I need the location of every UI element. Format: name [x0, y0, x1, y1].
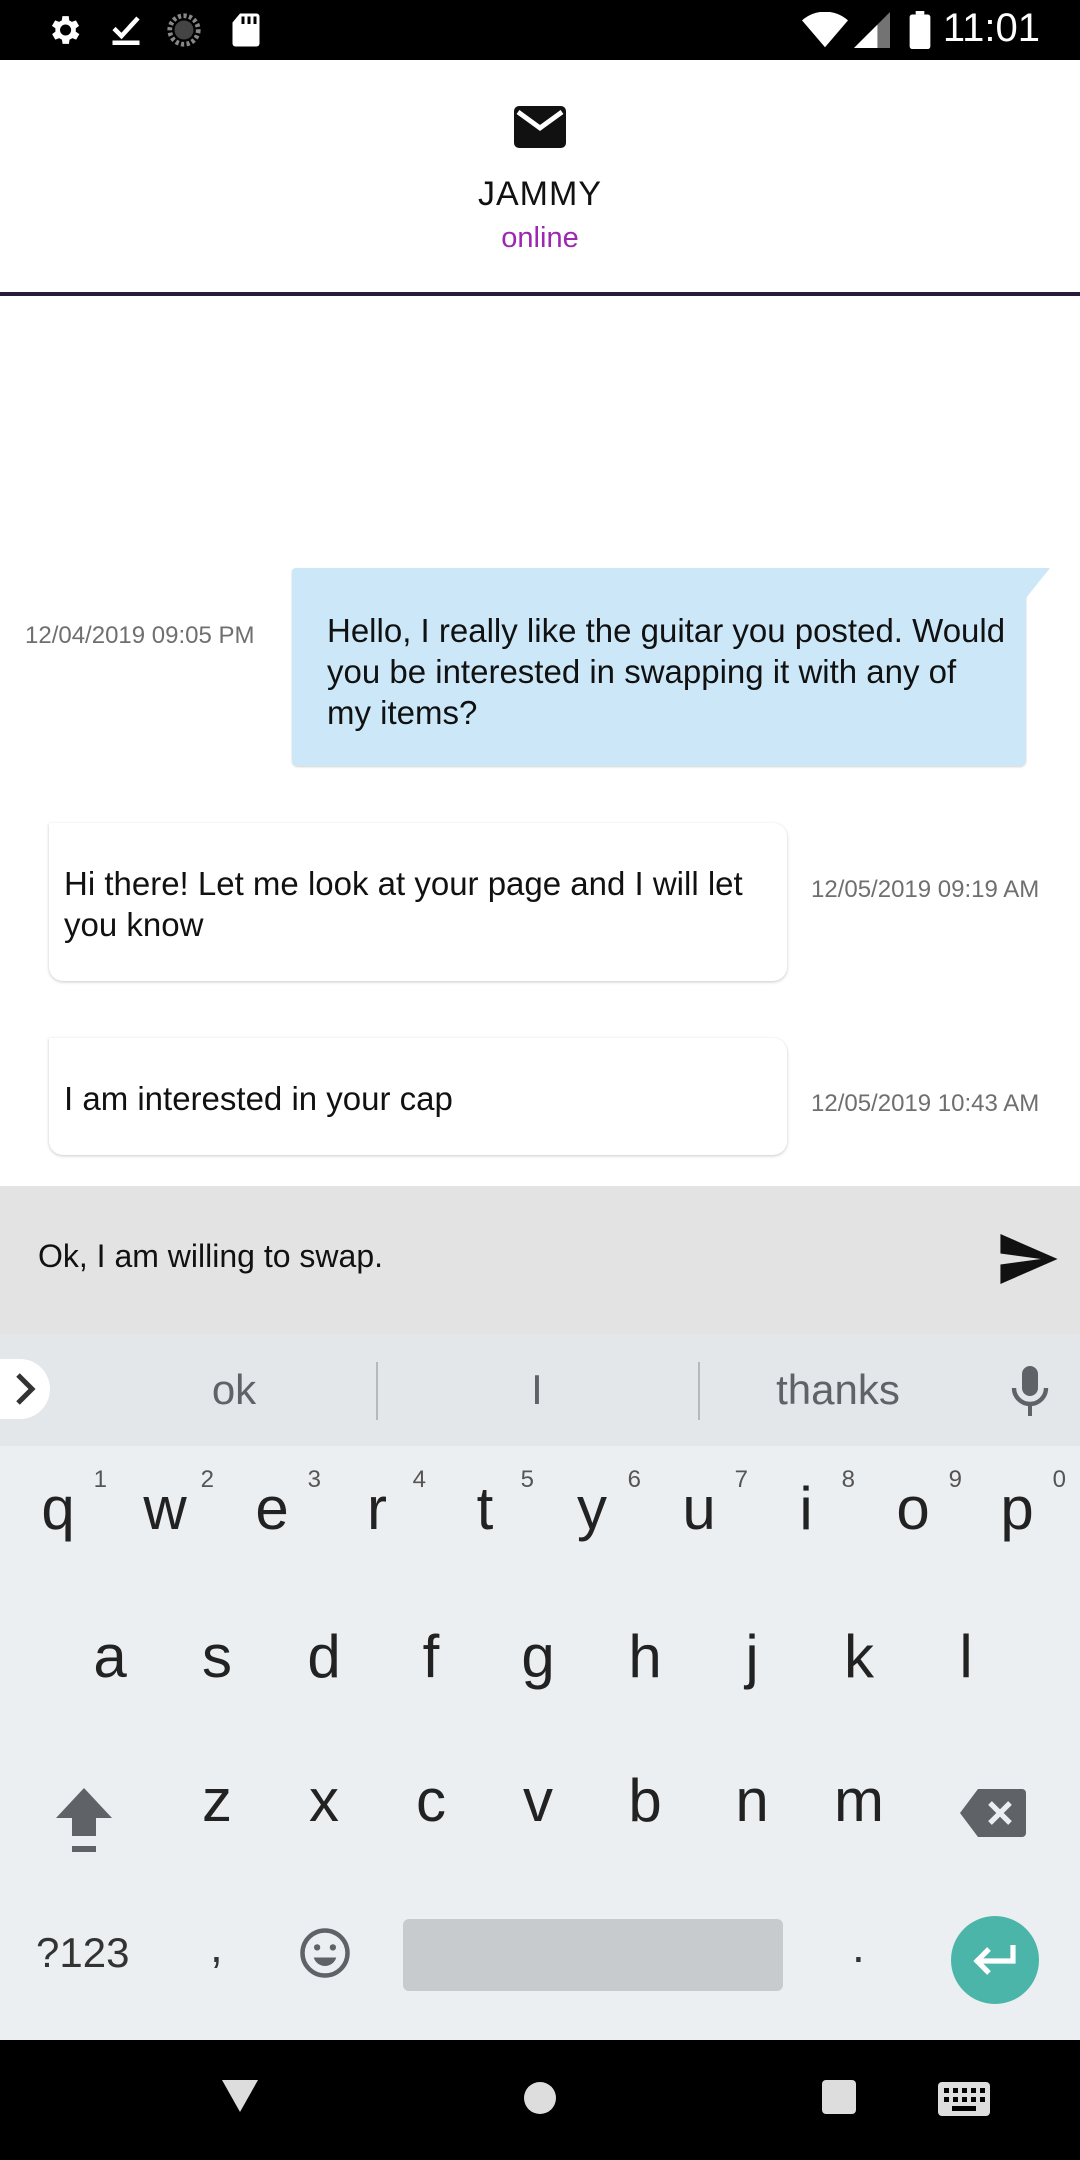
message-composer: Ok, I am willing to swap.	[0, 1186, 1080, 1334]
key-t[interactable]: t5	[440, 1466, 534, 1543]
key-f[interactable]: f	[386, 1622, 476, 1691]
key-p[interactable]: p0	[972, 1466, 1066, 1543]
suggestion-item[interactable]: I	[437, 1366, 637, 1414]
key-a[interactable]: a	[65, 1622, 155, 1691]
outgoing-message-bubble[interactable]: Hello, I really like the guitar you post…	[292, 568, 1026, 766]
sync-circle-icon	[164, 10, 204, 50]
message-list[interactable]: 12/04/2019 09:05 PM Hello, I really like…	[0, 300, 1080, 1185]
enter-key[interactable]	[951, 1916, 1039, 2004]
symbols-key[interactable]: ?123	[36, 1929, 129, 1977]
message-timestamp: 12/05/2019 09:19 AM	[811, 876, 1040, 903]
message-input[interactable]: Ok, I am willing to swap.	[38, 1238, 383, 1275]
key-n[interactable]: n	[707, 1766, 797, 1835]
comma-key[interactable]: ,	[210, 1919, 223, 1973]
wifi-icon	[800, 10, 850, 50]
space-bar[interactable]	[403, 1919, 783, 1991]
chat-header: JAMMY online	[0, 60, 1080, 296]
emoji-icon[interactable]	[298, 1926, 352, 1985]
key-o[interactable]: o9	[868, 1466, 962, 1543]
suggestion-divider	[376, 1362, 378, 1420]
suggestion-divider	[698, 1362, 700, 1420]
key-w[interactable]: w2	[120, 1466, 214, 1543]
suggestion-strip: ok I thanks	[0, 1334, 1080, 1446]
message-text: Hi there! Let me look at your page and I…	[64, 865, 743, 943]
system-nav-bar	[0, 2040, 1080, 2160]
incoming-message-bubble[interactable]: Hi there! Let me look at your page and I…	[49, 823, 787, 981]
key-v[interactable]: v	[493, 1766, 583, 1835]
home-circle-icon[interactable]	[522, 2080, 558, 2121]
period-key[interactable]: .	[852, 1919, 865, 1973]
contact-name: JAMMY	[478, 175, 602, 213]
key-m[interactable]: m	[814, 1766, 904, 1835]
message-timestamp: 12/05/2019 10:43 AM	[811, 1090, 1040, 1117]
battery-icon	[902, 10, 938, 50]
key-u[interactable]: u7	[654, 1466, 748, 1543]
message-text: I am interested in your cap	[64, 1080, 453, 1117]
key-r[interactable]: r4	[332, 1466, 426, 1543]
key-h[interactable]: h	[600, 1622, 690, 1691]
gear-icon	[44, 10, 84, 50]
suggestion-item[interactable]: thanks	[738, 1366, 938, 1414]
presence-status: online	[501, 222, 579, 254]
shift-icon[interactable]	[52, 1784, 116, 1859]
key-s[interactable]: s	[172, 1622, 262, 1691]
recents-square-icon[interactable]	[822, 2080, 856, 2119]
key-y[interactable]: y6	[547, 1466, 641, 1543]
enter-arrow-icon	[973, 1945, 1016, 1975]
checkmark-download-icon	[106, 10, 146, 50]
key-e[interactable]: e3	[227, 1466, 321, 1543]
key-z[interactable]: z	[172, 1766, 262, 1835]
message-text: Hello, I really like the guitar you post…	[327, 612, 1006, 731]
bubble-tail	[31, 823, 49, 845]
bubble-tail	[31, 1038, 49, 1060]
key-l[interactable]: l	[921, 1622, 1011, 1691]
send-icon[interactable]	[1000, 1234, 1058, 1284]
key-d[interactable]: d	[279, 1622, 369, 1691]
chevron-right-icon[interactable]	[0, 1359, 50, 1419]
key-b[interactable]: b	[600, 1766, 690, 1835]
bubble-tail	[1026, 568, 1050, 598]
message-timestamp: 12/04/2019 09:05 PM	[25, 622, 255, 649]
suggestion-item[interactable]: ok	[134, 1366, 334, 1414]
key-k[interactable]: k	[814, 1622, 904, 1691]
soft-keyboard: ok I thanks q1 w2 e3 r4 t5 y6 u7 i8 o9 p…	[0, 1334, 1080, 2040]
key-g[interactable]: g	[493, 1622, 583, 1691]
backspace-icon[interactable]	[960, 1789, 1026, 1842]
cell-signal-icon	[852, 10, 892, 50]
sd-card-icon	[226, 10, 266, 50]
back-triangle-icon[interactable]	[222, 2080, 258, 2117]
incoming-message-bubble[interactable]: I am interested in your cap	[49, 1038, 787, 1155]
key-q[interactable]: q1	[13, 1466, 107, 1543]
key-j[interactable]: j	[707, 1622, 797, 1691]
keyboard-icon[interactable]	[938, 2082, 990, 2121]
microphone-icon[interactable]	[1010, 1364, 1050, 1420]
key-c[interactable]: c	[386, 1766, 476, 1835]
clock: 11:01	[942, 6, 1040, 50]
key-i[interactable]: i8	[761, 1466, 855, 1543]
status-bar: 11:01	[0, 0, 1080, 60]
mail-icon	[514, 106, 566, 148]
key-x[interactable]: x	[279, 1766, 369, 1835]
